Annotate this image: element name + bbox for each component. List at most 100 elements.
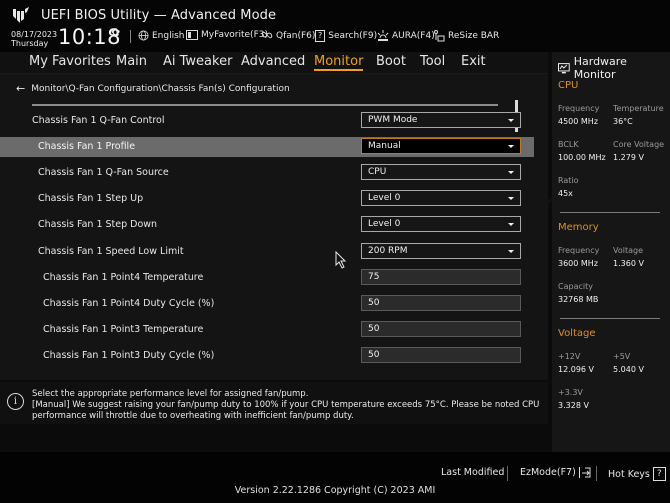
- ezmode-button[interactable]: EzMode(F7): [520, 467, 591, 478]
- point4-duty-cycle-input[interactable]: 50: [361, 295, 521, 311]
- step-down-dropdown[interactable]: Level 0: [361, 216, 521, 232]
- breadcrumb: ← Monitor\Q-Fan Configuration\Chassis Fa…: [16, 82, 290, 95]
- qfan-button[interactable]: Qfan(F6): [261, 30, 315, 41]
- hot-keys-label: Hot Keys: [608, 468, 650, 480]
- core-voltage-value: 1.279 V: [613, 153, 644, 162]
- dropdown-value: Level 0: [368, 219, 401, 229]
- date-display: 08/17/2023 Thursday: [11, 30, 57, 48]
- window-title: UEFI BIOS Utility — Advanced Mode: [41, 8, 277, 23]
- language-label: English: [152, 30, 185, 41]
- dropdown-value: 200 RPM: [368, 246, 408, 256]
- tab-ai-tweaker[interactable]: Ai Tweaker: [163, 54, 232, 69]
- setting-label: Chassis Fan 1 Step Up: [38, 193, 144, 204]
- dropdown-value: CPU: [368, 167, 387, 177]
- setting-row-step-up[interactable]: Chassis Fan 1 Step Up Level 0: [0, 189, 534, 209]
- setting-label: Chassis Fan 1 Point3 Duty Cycle (%): [43, 350, 215, 361]
- help-text: Select the appropriate performance level…: [32, 389, 542, 422]
- setting-label: Chassis Fan 1 Step Down: [38, 219, 158, 230]
- settings-panel: ← Monitor\Q-Fan Configuration\Chassis Fa…: [0, 74, 548, 380]
- point4-temperature-input[interactable]: 75: [361, 269, 521, 285]
- setting-row-step-down[interactable]: Chassis Fan 1 Step Down Level 0: [0, 215, 534, 235]
- speed-low-limit-dropdown[interactable]: 200 RPM: [361, 243, 521, 259]
- setting-row-speed-low-limit[interactable]: Chassis Fan 1 Speed Low Limit 200 RPM: [0, 242, 534, 262]
- tuf-logo-icon: [13, 7, 29, 23]
- setting-label: Chassis Fan 1 Point4 Temperature: [43, 272, 204, 283]
- mouse-cursor-icon: [335, 251, 347, 269]
- bclk-value: 100.00 MHz: [558, 153, 606, 162]
- capacity-value: 32768 MB: [558, 295, 599, 304]
- caret-down-icon: [508, 119, 514, 122]
- setting-label: Chassis Fan 1 Q-Fan Source: [38, 167, 169, 178]
- setting-row-profile[interactable]: Chassis Fan 1 Profile Manual: [0, 137, 534, 157]
- date-text: 08/17/2023: [11, 30, 58, 39]
- search-button[interactable]: ? Search(F9): [315, 30, 377, 42]
- setting-label: Chassis Fan 1 Speed Low Limit: [38, 246, 184, 257]
- setting-row-point4-duty-cycle[interactable]: Chassis Fan 1 Point4 Duty Cycle (%) 50: [0, 294, 534, 314]
- divider: [560, 212, 660, 213]
- aura-button[interactable]: AURA(F4): [377, 30, 435, 41]
- version-text: Version 2.22.1286 Copyright (C) 2023 AMI: [234, 485, 436, 496]
- tab-boot[interactable]: Boot: [376, 54, 406, 69]
- cpu-heading: CPU: [558, 80, 579, 91]
- v5-label: +5V: [613, 352, 631, 361]
- memory-voltage-value: 1.360 V: [613, 259, 644, 268]
- memory-frequency-value: 3600 MHz: [558, 259, 599, 268]
- setting-row-qfan-control[interactable]: Chassis Fan 1 Q-Fan Control PWM Mode: [0, 111, 534, 131]
- memory-heading: Memory: [558, 222, 599, 233]
- memory-voltage-label: Voltage: [613, 246, 644, 255]
- aura-label: AURA(F4): [392, 30, 435, 41]
- step-up-dropdown[interactable]: Level 0: [361, 190, 521, 206]
- myfavorite-button[interactable]: MyFavorite(F3): [186, 30, 268, 40]
- voltage-heading: Voltage: [558, 328, 596, 339]
- caret-down-icon: [508, 171, 514, 174]
- hot-keys-button[interactable]: Hot Keys ?: [608, 467, 666, 481]
- setting-row-point3-duty-cycle[interactable]: Chassis Fan 1 Point3 Duty Cycle (%) 50: [0, 346, 534, 366]
- breadcrumb-path: Monitor\Q-Fan Configuration\Chassis Fan(…: [31, 83, 290, 94]
- dropdown-value: Level 0: [368, 193, 401, 203]
- last-modified-label: Last Modified: [441, 467, 505, 478]
- tab-monitor[interactable]: Monitor: [314, 54, 364, 71]
- divider: [560, 318, 660, 319]
- search-label: Search(F9): [328, 31, 378, 41]
- ratio-value: 45x: [558, 189, 573, 198]
- tab-advanced[interactable]: Advanced: [241, 54, 305, 69]
- setting-row-point4-temperature[interactable]: Chassis Fan 1 Point4 Temperature 75: [0, 268, 534, 288]
- cpu-temperature-value: 36°C: [613, 117, 633, 126]
- tab-tool[interactable]: Tool: [420, 54, 445, 69]
- tab-exit[interactable]: Exit: [461, 54, 486, 69]
- resize-bar-button[interactable]: ReSize BAR: [433, 30, 499, 42]
- divider: [32, 104, 498, 106]
- setting-row-point3-temperature[interactable]: Chassis Fan 1 Point3 Temperature 50: [0, 320, 534, 340]
- last-modified-button[interactable]: Last Modified: [441, 467, 504, 478]
- divider: [596, 466, 597, 481]
- main-tabs: My Favorites Main Ai Tweaker Advanced Mo…: [0, 52, 548, 74]
- back-arrow-icon[interactable]: ←: [16, 82, 25, 95]
- setting-label: Chassis Fan 1 Point3 Temperature: [43, 324, 204, 335]
- caret-down-icon: [508, 145, 514, 148]
- caret-down-icon: [508, 197, 514, 200]
- caret-down-icon: [508, 223, 514, 226]
- setting-label: Chassis Fan 1 Point4 Duty Cycle (%): [43, 298, 215, 309]
- gear-icon[interactable]: ✿: [111, 26, 120, 39]
- point3-temperature-input[interactable]: 50: [361, 321, 521, 337]
- qfan-source-dropdown[interactable]: CPU: [361, 164, 521, 180]
- help-line: [Manual] We suggest raising your fan/pum…: [32, 400, 540, 421]
- point3-duty-cycle-input[interactable]: 50: [361, 347, 521, 363]
- setting-label: Chassis Fan 1 Profile: [38, 141, 136, 152]
- language-button[interactable]: English: [138, 30, 185, 41]
- tab-my-favorites[interactable]: My Favorites: [29, 54, 111, 69]
- resize-bar-icon: [434, 30, 445, 42]
- qfan-label: Qfan(F6): [276, 30, 316, 41]
- hw-title-text: Hardware Monitor: [573, 55, 627, 81]
- ezmode-label: EzMode(F7): [520, 467, 576, 478]
- setting-row-qfan-source[interactable]: Chassis Fan 1 Q-Fan Source CPU: [0, 163, 534, 183]
- memory-frequency-label: Frequency: [558, 246, 600, 255]
- cpu-frequency-value: 4500 MHz: [558, 117, 599, 126]
- globe-icon: [138, 30, 149, 41]
- tab-main[interactable]: Main: [116, 54, 147, 69]
- bclk-label: BCLK: [558, 140, 579, 149]
- qfan-control-dropdown[interactable]: PWM Mode: [361, 112, 521, 128]
- v33-label: +3.3V: [558, 388, 583, 397]
- setting-label: Chassis Fan 1 Q-Fan Control: [32, 115, 165, 126]
- profile-dropdown[interactable]: Manual: [361, 138, 521, 154]
